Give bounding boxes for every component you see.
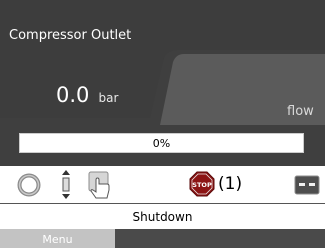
page-title: Compressor Outlet xyxy=(9,28,132,43)
status-text: Shutdown xyxy=(132,210,193,224)
status-bar: Shutdown xyxy=(0,205,325,229)
progress-bar: 0% xyxy=(19,133,304,153)
hand-pointer-icon[interactable] xyxy=(86,170,114,200)
panel-icon[interactable] xyxy=(294,175,320,195)
stop-sign-icon[interactable]: STOP xyxy=(189,171,215,197)
toolbar: STOP xyxy=(0,166,325,204)
pressure-readout: 0.0 bar xyxy=(56,83,118,107)
pressure-unit: bar xyxy=(98,91,119,105)
stop-sign-text: STOP xyxy=(192,181,212,189)
menu-button[interactable]: Menu xyxy=(0,229,115,248)
ring-icon[interactable] xyxy=(17,173,41,197)
flow-label: flow xyxy=(287,104,314,119)
progress-label: 0% xyxy=(152,137,171,150)
updown-arrows-icon[interactable] xyxy=(58,170,74,200)
stop-count: (1) xyxy=(218,174,243,194)
hmi-screen: Compressor Outlet 0.0 bar flow 0% STOP (… xyxy=(0,0,325,248)
bottom-bar: Menu xyxy=(0,229,325,248)
menu-label: Menu xyxy=(42,233,73,246)
pressure-panel: Compressor Outlet 0.0 bar flow 0% xyxy=(0,0,325,166)
pressure-value: 0.0 xyxy=(56,83,90,107)
